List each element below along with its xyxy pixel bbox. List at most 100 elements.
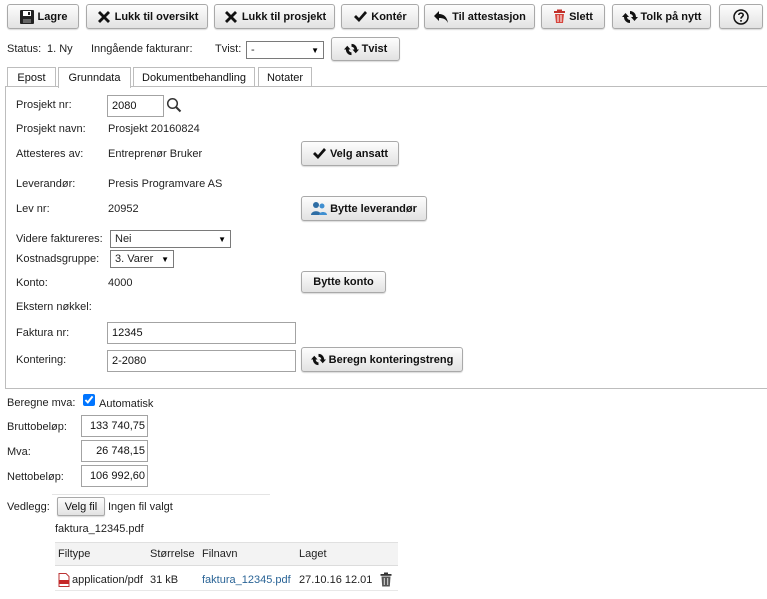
trash-icon	[554, 9, 566, 23]
column-header-size: Størrelse	[150, 548, 195, 560]
reinvoice-select-value: Nei	[115, 233, 132, 245]
search-icon[interactable]	[166, 97, 182, 113]
posting-input[interactable]	[107, 350, 296, 372]
post-button[interactable]: Kontér	[341, 4, 419, 29]
help-icon	[733, 8, 749, 25]
delete-button[interactable]: Slett	[541, 4, 605, 29]
close-to-overview-button[interactable]: Lukk til oversikt	[86, 4, 208, 29]
dispute-select[interactable]: - ▼	[246, 41, 324, 59]
vat-amount-label: Mva:	[7, 446, 31, 458]
dispute-label: Tvist:	[215, 43, 242, 55]
attachment-label: Vedlegg:	[7, 501, 50, 513]
project-no-input[interactable]	[107, 95, 164, 117]
chevron-down-icon: ▼	[311, 45, 319, 55]
column-header-filetype: Filtype	[58, 548, 91, 560]
net-amount-input[interactable]	[81, 465, 148, 487]
project-no-label: Prosjekt nr:	[16, 99, 72, 111]
account-value: 4000	[108, 277, 133, 289]
calc-vat-label: Beregne mva:	[7, 397, 76, 409]
tab-dokumentbehandling-label: Dokumentbehandling	[142, 71, 246, 84]
row-created: 27.10.16 12.01	[299, 574, 373, 586]
cost-group-select[interactable]: 3. Varer ▼	[110, 250, 174, 268]
refresh-icon	[621, 10, 638, 23]
to-attestation-label: Til attestasjon	[452, 10, 526, 23]
status-value: 1. Ny	[47, 43, 73, 55]
column-header-filename: Filnavn	[202, 548, 238, 560]
supplier-no-value: 20952	[108, 203, 139, 215]
close-to-project-button[interactable]: Lukk til prosjekt	[214, 4, 335, 29]
row-filetype: application/pdf	[72, 574, 143, 586]
choose-file-button[interactable]: Velg fil	[57, 497, 105, 516]
save-button-label: Lagre	[37, 10, 68, 23]
vat-amount-input[interactable]	[81, 440, 148, 462]
save-button[interactable]: Lagre	[7, 4, 79, 29]
tab-grunndata[interactable]: Grunndata	[58, 67, 131, 88]
external-key-label: Ekstern nøkkel:	[16, 301, 92, 313]
choose-file-label: Velg fil	[64, 500, 98, 513]
cost-group-label: Kostnadsgruppe:	[16, 253, 100, 265]
row-size: 31 kB	[150, 574, 179, 586]
trash-icon[interactable]	[380, 572, 392, 587]
dispute-button[interactable]: Tvist	[331, 37, 400, 61]
current-file-name: faktura_12345.pdf	[55, 523, 144, 535]
change-account-label: Bytte konto	[313, 276, 374, 288]
no-file-text: Ingen fil valgt	[108, 501, 173, 513]
select-employee-button[interactable]: Velg ansatt	[301, 141, 399, 166]
reinvoice-select[interactable]: Nei ▼	[110, 230, 231, 248]
calculate-posting-label: Beregn konteringstreng	[328, 353, 454, 366]
net-amount-label: Nettobeløp:	[7, 471, 64, 483]
to-attestation-button[interactable]: Til attestasjon	[424, 4, 535, 29]
gross-amount-input[interactable]	[81, 415, 148, 437]
divider	[52, 494, 270, 495]
refresh-icon	[343, 43, 359, 55]
supplier-label: Leverandør:	[16, 178, 76, 190]
floppy-disk-icon	[19, 9, 34, 24]
change-supplier-button[interactable]: Bytte leverandør	[301, 196, 427, 221]
attest-value: Entreprenør Bruker	[108, 148, 203, 160]
close-to-project-label: Lukk til prosjekt	[241, 10, 327, 23]
supplier-no-label: Lev nr:	[16, 203, 50, 215]
tab-notater-label: Notater	[266, 71, 304, 84]
reinterpret-button-label: Tolk på nytt	[640, 10, 702, 23]
pdf-file-icon	[58, 573, 70, 587]
status-label: Status:	[7, 43, 42, 55]
chevron-down-icon: ▼	[218, 234, 226, 244]
refresh-icon	[310, 353, 326, 366]
calculate-posting-button[interactable]: Beregn konteringstreng	[301, 347, 463, 372]
tab-notater[interactable]: Notater	[258, 67, 312, 87]
supplier-value: Presis Programvare AS	[108, 178, 223, 190]
invoice-no-input[interactable]	[107, 322, 296, 344]
checkmark-icon	[354, 10, 368, 22]
row-filename-link[interactable]: faktura_12345.pdf	[202, 574, 291, 586]
dispute-button-label: Tvist	[361, 43, 388, 55]
checkmark-icon	[312, 147, 326, 159]
tab-epost[interactable]: Epost	[7, 67, 56, 87]
tab-dokumentbehandling[interactable]: Dokumentbehandling	[133, 67, 255, 87]
change-account-button[interactable]: Bytte konto	[301, 271, 386, 293]
close-to-overview-label: Lukk til oversikt	[114, 10, 199, 23]
reinterpret-button[interactable]: Tolk på nytt	[612, 4, 711, 29]
users-icon	[311, 202, 328, 215]
post-button-label: Kontér	[371, 10, 407, 23]
automatic-label: Automatisk	[99, 398, 154, 410]
project-name-label: Prosjekt navn:	[16, 123, 86, 135]
close-x-icon	[224, 10, 237, 23]
help-button[interactable]	[719, 4, 763, 29]
dispute-select-value: -	[251, 44, 255, 56]
delete-button-label: Slett	[569, 10, 593, 23]
tab-epost-label: Epost	[17, 71, 46, 84]
invoice-no-label: Faktura nr:	[16, 327, 70, 339]
automatic-checkbox[interactable]	[83, 394, 95, 406]
tab-grunndata-label: Grunndata	[68, 72, 121, 84]
change-supplier-label: Bytte leverandør	[330, 202, 417, 215]
chevron-down-icon: ▼	[161, 254, 169, 264]
cost-group-select-value: 3. Varer	[115, 253, 154, 265]
column-header-created: Laget	[299, 548, 327, 560]
posting-label: Kontering:	[16, 354, 67, 366]
attest-label: Attesteres av:	[16, 148, 84, 160]
close-x-icon	[97, 10, 110, 23]
reinvoice-label: Videre faktureres:	[16, 233, 103, 245]
reply-arrow-icon	[434, 10, 449, 23]
account-label: Konto:	[16, 277, 48, 289]
project-name-value: Prosjekt 20160824	[108, 123, 200, 135]
